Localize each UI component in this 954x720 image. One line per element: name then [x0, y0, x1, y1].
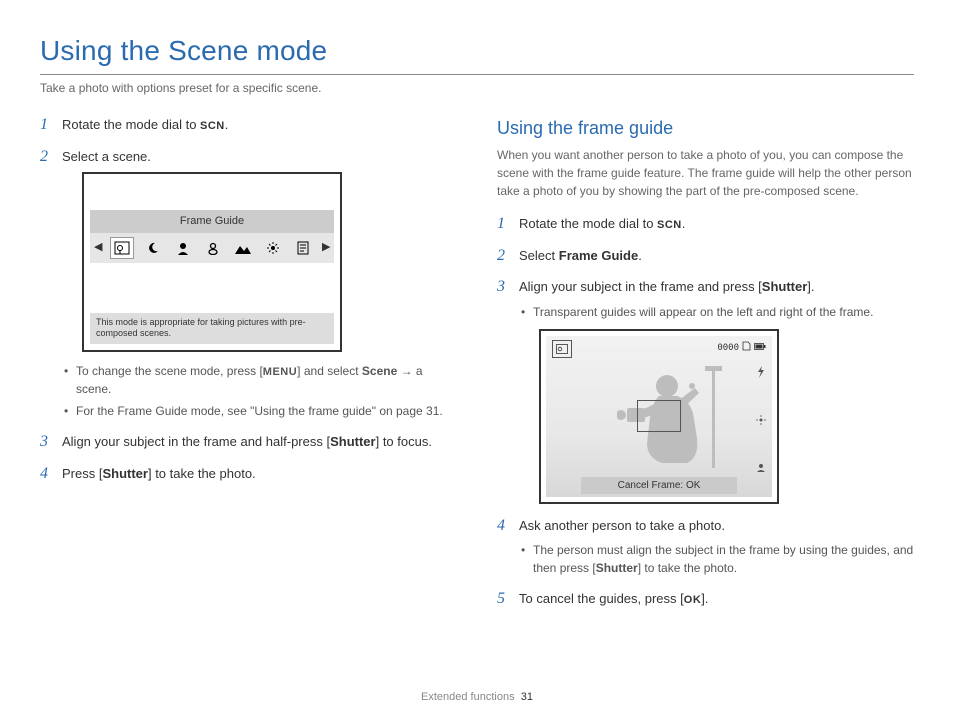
page-footer: Extended functions 31 [0, 689, 954, 706]
text: ]. [701, 591, 708, 606]
frame-guide-icon [110, 237, 134, 259]
focus-frame [637, 400, 681, 432]
scene-icon-row: ◀ [90, 233, 334, 263]
text: To cancel the guides, press [ [519, 591, 684, 606]
text: Rotate the mode dial to [519, 216, 657, 231]
face-icon [754, 462, 768, 477]
chevron-left-icon: ◀ [94, 239, 102, 256]
left-column: Rotate the mode dial to SCN. Select a sc… [40, 115, 457, 621]
lcd-mode-description: This mode is appropriate for taking pict… [90, 313, 334, 344]
page-subtitle: Take a photo with options preset for a s… [40, 79, 914, 97]
menu-label: MENU [263, 366, 297, 378]
lcd-status-group: 0000 [717, 341, 766, 357]
section-heading: Using the frame guide [497, 115, 914, 142]
title-rule [40, 74, 914, 75]
page-number: 31 [521, 691, 533, 703]
lcd-topbar: 0000 [552, 340, 766, 358]
text: Select [519, 248, 559, 263]
shutter-label: Shutter [762, 279, 808, 294]
text: . [638, 248, 642, 263]
text: ] to take the photo. [148, 466, 256, 481]
step-text: . [225, 117, 229, 132]
text: To change the scene mode, press [ [76, 364, 263, 378]
text: Press [ [62, 466, 102, 481]
footer-section: Extended functions [421, 691, 515, 703]
shutter-label: Shutter [102, 466, 148, 481]
shot-counter: 0000 [717, 342, 739, 356]
text: Align your subject in the frame and half… [62, 434, 330, 449]
step-text: Rotate the mode dial to [62, 117, 200, 132]
flash-icon [754, 366, 768, 383]
lcd-screen: 0000 [546, 336, 772, 497]
right-steps: Rotate the mode dial to SCN. Select Fram… [497, 214, 914, 609]
text-icon [292, 238, 314, 258]
shutter-label: Shutter [596, 561, 638, 575]
step-1: Rotate the mode dial to SCN. [497, 214, 914, 234]
step-4: Ask another person to take a photo. The … [497, 516, 914, 578]
text: ] to take the photo. [638, 561, 737, 575]
portrait-icon [172, 238, 194, 258]
ok-label: OK [684, 594, 702, 606]
night-icon [142, 238, 164, 258]
step-1: Rotate the mode dial to SCN. [40, 115, 457, 135]
list-item: Transparent guides will appear on the le… [519, 303, 914, 321]
text: ]. [807, 279, 814, 294]
text: Ask another person to take a photo. [519, 518, 725, 533]
step-2-notes: To change the scene mode, press [MENU] a… [62, 362, 457, 421]
step-3: Align your subject in the frame and pres… [497, 277, 914, 504]
frame-guide-mode-icon [552, 340, 572, 358]
step-2: Select a scene. Frame Guide ◀ [40, 147, 457, 421]
chevron-right-icon: ▶ [322, 239, 330, 256]
lcd-mode-label: Frame Guide [90, 210, 334, 233]
list-item: The person must align the subject in the… [519, 541, 914, 577]
step-4-notes: The person must align the subject in the… [519, 541, 914, 577]
list-item: To change the scene mode, press [MENU] a… [62, 362, 457, 399]
children-icon [202, 238, 224, 258]
step-text: Select a scene. [62, 149, 151, 164]
frame-guide-lcd: 0000 [539, 329, 779, 504]
text: . [682, 216, 686, 231]
text-bold: Frame Guide [559, 248, 638, 263]
section-intro: When you want another person to take a p… [497, 146, 914, 200]
text: Align your subject in the frame and pres… [519, 279, 762, 294]
page-title: Using the Scene mode [40, 30, 914, 72]
lcd-blank-top [90, 180, 334, 210]
right-column: Using the frame guide When you want anot… [497, 115, 914, 621]
closeup-icon [262, 238, 284, 258]
landscape-icon [232, 238, 254, 258]
step-2: Select Frame Guide. [497, 246, 914, 266]
scene-lcd: Frame Guide ◀ [82, 172, 342, 352]
card-icon [742, 341, 751, 357]
content-columns: Rotate the mode dial to SCN. Select a sc… [40, 115, 914, 621]
step-4: Press [Shutter] to take the photo. [40, 464, 457, 484]
cancel-frame-bar: Cancel Frame: OK [581, 477, 737, 494]
battery-icon [754, 342, 766, 356]
text-bold: Scene [362, 364, 397, 378]
macro-icon [754, 415, 768, 430]
lcd-blank-mid [90, 263, 334, 313]
left-steps: Rotate the mode dial to SCN. Select a sc… [40, 115, 457, 483]
lcd-right-icons [754, 366, 768, 477]
step-5: To cancel the guides, press [OK]. [497, 589, 914, 609]
text: ] and select [297, 364, 362, 378]
scn-label: SCN [200, 120, 225, 132]
shutter-label: Shutter [330, 434, 376, 449]
text: ] to focus. [376, 434, 432, 449]
step-3-notes: Transparent guides will appear on the le… [519, 303, 914, 321]
scn-label: SCN [657, 219, 682, 231]
step-3: Align your subject in the frame and half… [40, 432, 457, 452]
list-item: For the Frame Guide mode, see "Using the… [62, 402, 457, 420]
